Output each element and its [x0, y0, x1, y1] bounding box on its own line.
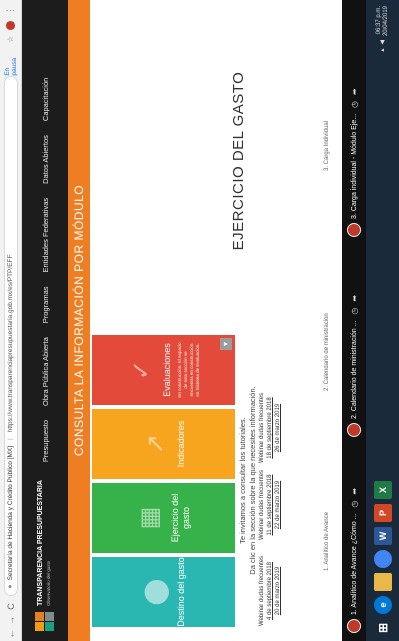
nav-item-entidades[interactable]: Entidades Federativas — [41, 198, 50, 273]
webinar-link[interactable]: 26 de marzo 2019 — [274, 388, 282, 468]
site-logo[interactable]: TRANSPARENCIA PRESUPUESTARIA Observatori… — [35, 480, 55, 631]
nav-item-presupuesto[interactable]: Presupuesto — [41, 420, 50, 462]
tutorial-label: 2. Calendario de ministración — [324, 313, 330, 391]
module-banner: CONSULTA LA INFORMACIÓN POR MÓDULO — [68, 0, 90, 641]
settings-icon[interactable]: ▾ — [220, 338, 232, 350]
channel-avatar — [347, 223, 361, 237]
logo-title: TRANSPARENCIA PRESUPUESTARIA Observatori… — [37, 480, 51, 606]
intro-line-1: Te invitamos a consultar los tutoriales. — [238, 417, 247, 544]
nav-item-capacitacion[interactable]: Capacitación — [41, 78, 50, 121]
nav-item-obra-publica[interactable]: Obra Pública Abierta — [41, 337, 50, 406]
card-title: Indicadores — [175, 420, 186, 468]
line-chart-icon: ↗ — [141, 433, 169, 455]
card-evaluaciones[interactable]: ✓ Evaluaciones En construcción. El espac… — [92, 335, 235, 405]
tutorial-label: 1. Analítico de Avance — [324, 512, 330, 571]
intro-text: Te invitamos a consultar los tutoriales.… — [238, 328, 258, 633]
section-title: EJERCICIO DEL GASTO — [230, 71, 247, 251]
webinar-link[interactable]: 22 de marzo 2019 — [274, 465, 282, 545]
screen: ← → C ● Secretaría de Hacienda y Crédito… — [0, 0, 399, 641]
watch-later-icon[interactable]: ◷ — [350, 308, 359, 315]
tutorial-labels: 1. Analítico de Avance 2. Calendario de … — [324, 0, 336, 641]
browser-toolbar: ← → C ● Secretaría de Hacienda y Crédito… — [0, 0, 22, 641]
chrome-icon[interactable] — [373, 550, 392, 568]
url-text[interactable]: https://www.transparenciapresupuestaria.… — [7, 255, 14, 433]
watch-later-icon[interactable]: ◷ — [350, 101, 359, 108]
site-org-label: Secretaría de Hacienda y Crédito Público… — [7, 445, 14, 581]
webinar-label: Webinar dudas frecuentes — [259, 556, 265, 626]
nav-item-datos-abiertos[interactable]: Datos Abiertos — [41, 135, 50, 184]
webinar-block: Webinar dudas frecuentes 11 de septiembr… — [258, 465, 282, 545]
share-icon[interactable]: ➦ — [350, 88, 359, 95]
logo-subtitle: Observatorio del gasto — [46, 560, 51, 606]
channel-avatar — [347, 423, 361, 437]
taskbar: ⊞ e W P X ▴ ◀ 06:37 p.m. 20/04/2019 — [366, 0, 399, 641]
video-item[interactable]: 3. Carga individual - Módulo Eje... ◷ ➦ — [344, 41, 364, 241]
webinar-label: Webinar dudas frecuentes — [259, 470, 265, 540]
nav-item-programas[interactable]: Programas — [41, 287, 50, 324]
main-nav: Presupuesto Obra Pública Abierta Program… — [41, 78, 50, 462]
webinar-links: Webinar dudas frecuentes 4 de septiembre… — [258, 326, 288, 631]
word-icon[interactable]: W — [373, 527, 392, 545]
sync-paused-label[interactable]: En pausa — [4, 49, 18, 76]
edge-icon[interactable]: e — [373, 596, 392, 614]
logo-mark-icon — [35, 611, 55, 631]
map-pin-icon: ⬤ — [141, 578, 169, 606]
forward-button[interactable]: → — [6, 613, 16, 627]
card-ejercicio-del-gasto[interactable]: ▦ Ejercicio del gasto — [92, 483, 235, 553]
video-item[interactable]: 2. Calendario de ministración ... ◷ ➦ — [344, 251, 364, 441]
watch-later-icon[interactable]: ◷ — [350, 501, 359, 508]
extension-icon[interactable] — [6, 21, 15, 30]
webinar-label: Webinar dudas frecuentes — [259, 393, 265, 463]
webinar-link[interactable]: 4 de septiembre 2018 — [266, 551, 274, 631]
video-row: 1. Analítico de Avance ¿Cómo ... ◷ ➦ 2. … — [342, 0, 366, 641]
webinar-block: Webinar dudas frecuentes 4 de septiembre… — [258, 551, 282, 631]
back-button[interactable]: ← — [6, 627, 16, 641]
volume-icon[interactable]: ◀ — [379, 40, 386, 45]
lock-icon: ● — [7, 584, 14, 589]
video-title[interactable]: 2. Calendario de ministración ... — [351, 321, 358, 419]
webinar-block: Webinar dudas frecuentes 18 de septiembr… — [258, 388, 282, 468]
webinar-link[interactable]: 11 de septiembre 2018 — [266, 465, 274, 545]
video-title[interactable]: 1. Analítico de Avance ¿Cómo ... — [351, 514, 358, 615]
site-header: TRANSPARENCIA PRESUPUESTARIA Observatori… — [22, 0, 68, 641]
module-cards: ⬤ Destino del gasto ▦ Ejercicio del gast… — [92, 328, 277, 633]
system-tray: ▴ ◀ 06:37 p.m. 20/04/2019 — [376, 0, 390, 52]
intro-line-2: Da clic en la sección sobre la que neces… — [248, 386, 257, 575]
clock-time: 06:37 p.m. — [375, 6, 382, 35]
browser-actions: En pausa ☆ ⋮ — [4, 0, 18, 76]
calculator-icon: ▦ — [136, 506, 163, 530]
checkmark-icon: ✓ — [127, 359, 155, 381]
menu-icon[interactable]: ⋮ — [5, 6, 16, 15]
clock-date: 20/04/2019 — [382, 6, 389, 37]
start-icon[interactable]: ⊞ — [374, 619, 392, 637]
bookmark-star-icon[interactable]: ☆ — [6, 36, 15, 43]
card-title: Destino del gasto — [175, 557, 186, 627]
clock[interactable]: 06:37 p.m. 20/04/2019 — [376, 6, 390, 36]
url-separator: | — [7, 438, 14, 440]
reload-button[interactable]: C — [6, 600, 16, 614]
share-icon[interactable]: ➦ — [350, 488, 359, 495]
folder-icon[interactable] — [373, 573, 392, 591]
card-indicadores[interactable]: ↗ Indicadores — [92, 409, 235, 479]
card-title: Evaluaciones — [161, 343, 172, 397]
powerpoint-icon[interactable]: P — [373, 504, 392, 522]
card-note: En construcción. El espacio de esta secc… — [176, 342, 200, 398]
address-bar[interactable]: ● Secretaría de Hacienda y Crédito Públi… — [3, 75, 18, 596]
webinar-link[interactable]: 18 de septiembre 2018 — [266, 388, 274, 468]
network-icon[interactable]: ▴ — [379, 49, 386, 52]
webinar-link[interactable]: 20 de marzo 2019 — [274, 551, 282, 631]
card-destino-del-gasto[interactable]: ⬤ Destino del gasto — [92, 557, 235, 627]
channel-avatar — [347, 619, 361, 633]
video-title[interactable]: 3. Carga individual - Módulo Eje... — [351, 114, 358, 219]
excel-icon[interactable]: X — [373, 481, 392, 499]
share-icon[interactable]: ➦ — [350, 295, 359, 302]
tutorial-label: 3. Carga Individual — [324, 120, 330, 171]
card-title: Ejercicio del gasto — [170, 493, 191, 543]
video-item[interactable]: 1. Analítico de Avance ¿Cómo ... ◷ ➦ — [344, 447, 364, 637]
